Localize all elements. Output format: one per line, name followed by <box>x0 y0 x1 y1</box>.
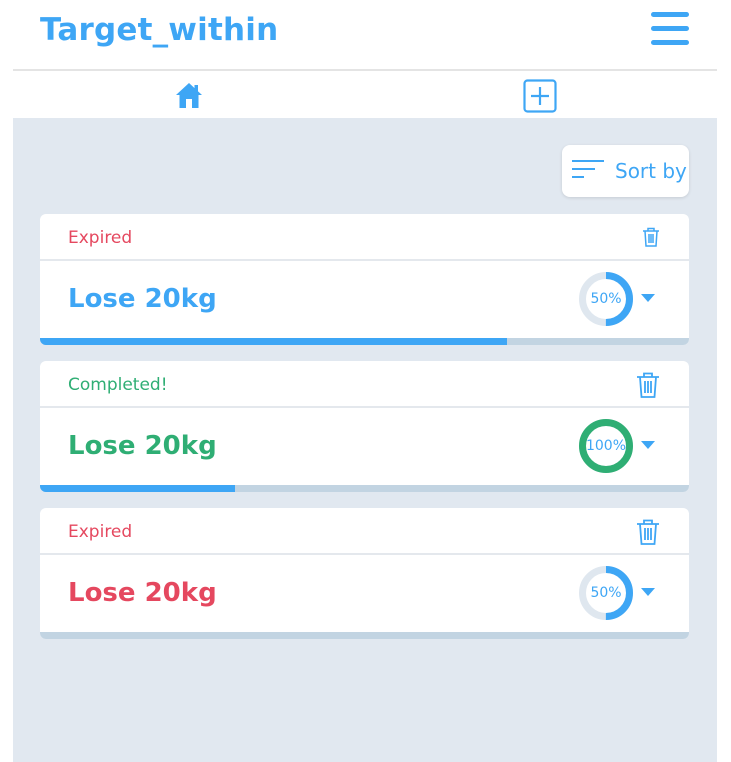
caret-down-icon[interactable] <box>640 587 656 597</box>
add-goal-icon[interactable] <box>523 79 557 113</box>
app-header: Target_within <box>0 0 731 70</box>
progress-bar-fill <box>40 338 508 345</box>
goal-card: Expired Lose 20kg 50% <box>40 214 689 345</box>
progress-percent: 100% <box>585 438 627 454</box>
goal-title[interactable]: Lose 20kg <box>68 431 217 461</box>
goal-status: Completed! <box>68 375 168 395</box>
card-divider <box>40 259 689 261</box>
goal-status: Expired <box>68 522 133 542</box>
delete-trash-icon[interactable] <box>640 226 662 248</box>
progress-percent: 50% <box>590 291 622 307</box>
goal-card: Expired Lose 20kg 50% <box>40 508 689 639</box>
menu-line <box>651 40 689 45</box>
caret-down-icon[interactable] <box>640 440 656 450</box>
sort-by-label: Sort by <box>615 159 687 183</box>
goal-title[interactable]: Lose 20kg <box>68 284 217 314</box>
delete-trash-icon[interactable] <box>635 371 661 399</box>
delete-trash-icon[interactable] <box>635 518 661 546</box>
progress-bar <box>40 485 689 492</box>
navbar <box>13 71 717 118</box>
sort-icon <box>572 160 604 178</box>
menu-line <box>651 26 689 31</box>
card-divider <box>40 406 689 408</box>
card-divider <box>40 553 689 555</box>
goals-list-area: Sort by Expired Lose 20kg 50% Completed!… <box>13 118 717 762</box>
hamburger-menu-icon[interactable] <box>651 12 689 46</box>
goal-card: Completed! Lose 20kg 100% <box>40 361 689 492</box>
menu-line <box>651 12 689 17</box>
progress-percent: 50% <box>590 585 622 601</box>
sort-by-button[interactable]: Sort by <box>562 145 689 197</box>
progress-bar <box>40 338 689 345</box>
home-icon[interactable] <box>174 80 204 110</box>
progress-bar <box>40 632 689 639</box>
goal-title[interactable]: Lose 20kg <box>68 578 217 608</box>
goal-status: Expired <box>68 228 133 248</box>
caret-down-icon[interactable] <box>640 293 656 303</box>
app-title: Target_within <box>40 12 279 48</box>
progress-bar-fill <box>40 485 235 492</box>
